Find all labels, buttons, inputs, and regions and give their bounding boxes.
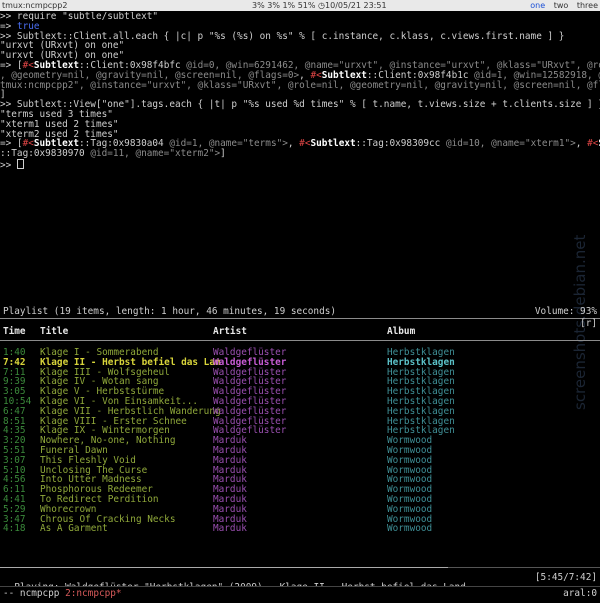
window-title: tmux:ncmpcpp2: [2, 1, 68, 10]
column-title[interactable]: Title: [40, 327, 68, 337]
playlist-row[interactable]: 4:18 As A Garment Marduk Wormwood: [0, 524, 600, 534]
terminal-text: @id=10, @name="xterm1">: [445, 138, 576, 150]
repeat-flag: [r]: [580, 318, 597, 329]
track-time: 4:18: [3, 523, 26, 535]
tmux-window[interactable]: 2:ncmpcpp*: [65, 588, 121, 599]
progress-fill: [0, 567, 449, 568]
terminal-text: #<: [299, 138, 311, 150]
terminal-line: tmux:ncmpcpp2", @instance="urxvt", @klas…: [0, 79, 600, 91]
divider: [0, 340, 600, 341]
view-switcher: one two three: [524, 0, 598, 11]
view-three[interactable]: three: [577, 1, 598, 10]
top-panel: tmux:ncmpcpp2 3% 3% 1% 51% ◷10/05/21 23:…: [0, 0, 600, 11]
terminal-line: >> require "subtle/subtlext": [0, 12, 600, 22]
column-album[interactable]: Album: [387, 327, 415, 337]
terminal-text: #<: [587, 138, 599, 150]
view-one[interactable]: one: [530, 1, 545, 10]
progress-bar[interactable]: [0, 567, 600, 568]
tmux-host: aral:0: [563, 588, 597, 599]
terminal-text: ::Tag:0x98309cc: [355, 138, 446, 150]
track-title: As A Garment: [40, 523, 108, 535]
terminal-text: ::Tag:0x9830970: [0, 148, 91, 160]
view-two[interactable]: two: [554, 1, 569, 10]
terminal-text: ]: [220, 148, 226, 160]
column-time[interactable]: Time: [3, 327, 26, 337]
divider: [0, 318, 600, 319]
terminal-text: >>: [0, 159, 17, 171]
terminal-text: ,: [287, 138, 300, 150]
elapsed-time: [5:45/7:42]: [534, 572, 597, 583]
terminal-text: ,: [575, 138, 588, 150]
irb-output: >> require "subtle/subtlext" => true >> Su…: [0, 12, 600, 171]
column-artist[interactable]: Artist: [213, 327, 247, 337]
playlist: 1:40 Klage I - Sommerabend Waldgeflüster He…: [0, 348, 600, 534]
track-artist: Marduk: [213, 523, 247, 535]
text-cursor: [16, 158, 24, 169]
terminal-text: Subtlext: [310, 138, 356, 150]
track-album: Wormwood: [387, 523, 433, 535]
tmux-session: -- ncmpcpp 2:ncmpcpp*: [3, 589, 122, 599]
system-info: 3% 3% 1% 51% ◷10/05/21 23:51: [252, 1, 387, 10]
terminal-text: tmux:ncmpcpp2", @instance="urxvt", @klas…: [0, 79, 600, 91]
playlist-summary: Playlist (19 items, length: 1 hour, 46 m…: [3, 306, 337, 317]
volume-indicator: Volume: 93%: [534, 306, 597, 317]
terminal-line: ::Tag:0x9830970 @id=11, @name="xterm2">]: [0, 149, 600, 159]
tmux-status-bar: -- ncmpcpp 2:ncmpcpp* aral:0: [0, 586, 600, 601]
tmux-prefix: -- ncmpcpp: [3, 588, 60, 599]
terminal-text: @id=11, @name="xterm2">: [90, 148, 221, 160]
terminal-line: >>: [0, 158, 600, 171]
